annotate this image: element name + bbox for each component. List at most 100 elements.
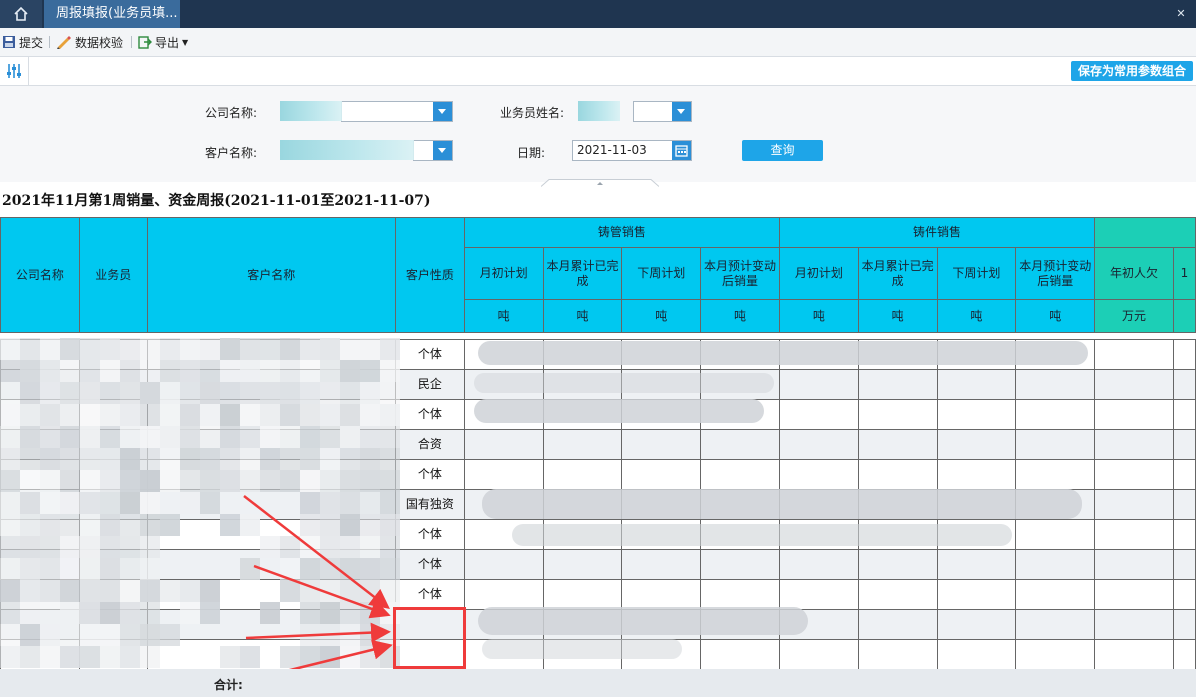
table-cell[interactable] [1094,639,1174,670]
table-cell[interactable] [1094,459,1174,490]
redaction-pixel [380,338,400,360]
redaction-pixel [80,558,100,580]
customer-nature-cell[interactable]: 个体 [394,399,465,430]
validate-button[interactable]: 数据校验 [56,32,123,52]
group-pipe-sales: 铸管销售 [463,217,780,248]
redaction-pixel [80,404,100,426]
export-label: 导出 [155,35,180,50]
redaction-pixel [320,448,340,470]
chevron-down-icon[interactable] [672,102,691,121]
redaction-pixel [100,514,120,536]
redaction-pixel [0,426,20,448]
redaction-pixel [0,470,20,492]
date-field[interactable]: 2021-11-03 [572,140,692,161]
redaction-pixel [240,426,260,448]
save-icon [3,36,15,48]
table-cell[interactable] [1094,549,1174,580]
table-cell[interactable] [1094,429,1174,460]
redaction-pixel [240,338,260,360]
chevron-down-icon[interactable] [433,141,452,160]
redaction-pixel [80,580,100,602]
tab-weekly-report[interactable]: 周报填报(业务员填... [44,0,180,28]
save-params-button[interactable]: 保存为常用参数组合 [1071,61,1193,81]
customer-nature-cell[interactable]: 个体 [394,339,465,370]
redaction-pixel [140,360,160,382]
col-nature: 客户性质 [394,217,465,333]
table-cell[interactable] [1172,459,1196,490]
home-button[interactable] [0,0,42,28]
customer-nature-cell[interactable]: 个体 [394,459,465,490]
customer-nature-cell[interactable]: 民企 [394,369,465,400]
calendar-icon[interactable] [672,141,691,160]
redaction-pixel [0,602,20,624]
redaction-pixel [180,382,200,404]
redaction-pixel [260,338,280,360]
redaction-pixel [320,426,340,448]
close-icon[interactable]: ✕ [1172,6,1190,22]
redaction-pixel [20,382,40,404]
table-cell[interactable] [1172,489,1196,520]
table-cell[interactable] [1094,339,1174,370]
redaction-pixel [160,404,180,426]
table-cell[interactable] [1172,399,1196,430]
redaction-pixel [0,360,20,382]
company-select[interactable] [341,101,453,122]
table-cell[interactable] [1172,609,1196,640]
redaction-pixel [100,404,120,426]
toolbar: 提交 数据校验 导出 ▼ [0,28,1196,57]
redaction-pixel [80,338,100,360]
redaction-pixel [60,448,80,470]
customer-nature-cell[interactable]: 个体 [394,549,465,580]
redaction-pixel [380,360,400,382]
collapse-handle[interactable] [540,176,660,187]
col-pipe-next-week: 下周计划 [621,247,702,300]
col-cast-est-sales: 本月预计变动后销量 [1015,247,1096,300]
redaction-pixel [240,448,260,470]
redaction-pixel [0,536,20,558]
redaction-pixel [60,580,80,602]
chevron-down-icon[interactable] [433,102,452,121]
customer-select[interactable] [413,140,453,161]
redaction-pixel [100,338,120,360]
redaction-pixel [40,470,60,492]
redaction-pixel [40,338,60,360]
redaction-pixel [220,338,240,360]
table-cell[interactable] [1172,579,1196,610]
salesperson-select[interactable] [633,101,692,122]
query-button[interactable]: 查询 [742,140,823,161]
validate-label: 数据校验 [75,35,124,50]
redaction-pixel [200,580,220,602]
table-cell[interactable] [1172,339,1196,370]
group-funds [1094,217,1196,248]
table-cell[interactable] [1094,399,1174,430]
redaction-pixel [80,624,100,646]
redaction-pixel [140,514,160,536]
customer-nature-cell[interactable]: 合资 [394,429,465,460]
redaction-pixel [380,448,400,470]
customer-nature-cell[interactable]: 个体 [394,519,465,550]
redaction-pixel [60,646,80,668]
redaction-pixel [60,624,80,646]
customer-nature-cell[interactable]: 国有独资 [394,489,465,520]
table-cell[interactable] [1094,609,1174,640]
redaction-pixel [300,382,320,404]
table-cell[interactable] [1094,369,1174,400]
table-cell[interactable] [1172,519,1196,550]
table-cell[interactable] [1094,489,1174,520]
table-cell[interactable] [1172,369,1196,400]
redaction-pixel [280,404,300,426]
table-cell[interactable] [1172,429,1196,460]
export-button[interactable]: 导出 ▼ [138,32,188,52]
customer-nature-cell[interactable]: 个体 [394,579,465,610]
redaction-pixel [160,338,180,360]
table-cell[interactable] [1094,519,1174,550]
table-cell[interactable] [1172,549,1196,580]
table-cell[interactable] [1094,579,1174,610]
submit-button[interactable]: 提交 [2,32,43,52]
filter-toggle-button[interactable] [0,57,29,85]
table-cell[interactable] [1172,639,1196,670]
redaction-pixel [60,404,80,426]
redaction-pixel [20,558,40,580]
redaction-pixel [20,602,40,624]
redaction-pixel [360,470,380,492]
